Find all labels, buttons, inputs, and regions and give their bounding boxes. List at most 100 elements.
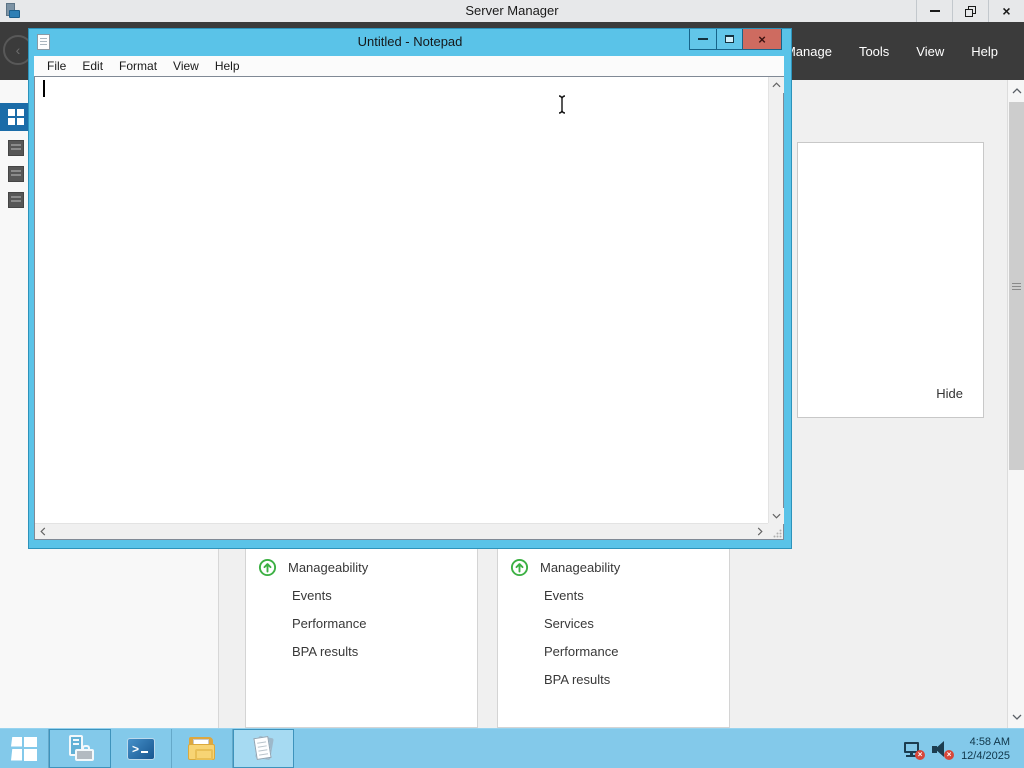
scrollbar-grip-icon	[1012, 282, 1021, 290]
sm-restore-button[interactable]	[952, 0, 988, 22]
tile2-bpa-link[interactable]: BPA results	[544, 672, 610, 687]
taskbar-clock[interactable]: 4:58 AM 12/4/2025	[961, 735, 1010, 763]
maximize-icon	[725, 35, 734, 43]
sm-close-button[interactable]: ×	[988, 0, 1024, 22]
tile1-events-row: Events	[246, 581, 477, 609]
resize-grip[interactable]	[768, 523, 783, 539]
chevron-up-icon	[772, 82, 781, 88]
volume-error-badge: ×	[944, 749, 955, 760]
chevron-left-icon	[40, 527, 46, 536]
tile2-services-row: Services	[498, 609, 729, 637]
close-icon: ×	[758, 31, 766, 47]
chevron-down-icon	[772, 513, 781, 519]
notepad-maximize-button[interactable]	[716, 29, 743, 50]
minimize-icon	[698, 38, 708, 40]
status-up-arrow-icon	[510, 558, 529, 576]
taskbar-server-manager-button[interactable]	[49, 729, 111, 768]
desktop: Server Manager × ‹ Manage Tools View Hel…	[0, 0, 1024, 768]
np-scroll-up-button[interactable]	[769, 77, 784, 93]
status-up-arrow-icon	[258, 558, 277, 576]
scrollbar-thumb[interactable]	[1009, 102, 1024, 470]
dashboard-icon	[8, 109, 24, 125]
minimize-icon	[929, 10, 940, 12]
notepad-title: Untitled - Notepad	[357, 34, 463, 49]
file-storage-services-icon[interactable]	[8, 192, 24, 208]
restore-icon	[965, 5, 976, 17]
server-manager-title: Server Manager	[465, 3, 559, 18]
tile1-manageability-link[interactable]: Manageability	[288, 560, 368, 575]
notepad-horizontal-scrollbar[interactable]	[35, 523, 768, 539]
server-manager-menubar: Manage Tools View Help	[785, 22, 998, 80]
volume-status-icon[interactable]: ×	[932, 740, 955, 760]
sm-vertical-scrollbar[interactable]	[1007, 80, 1024, 728]
taskbar-powershell-button[interactable]: >	[111, 729, 172, 768]
scroll-up-button[interactable]	[1009, 82, 1024, 100]
clock-date: 12/4/2025	[961, 749, 1010, 762]
tile2-heading-row: Manageability	[498, 553, 729, 581]
menu-view[interactable]: View	[916, 44, 944, 59]
tile1-performance-link[interactable]: Performance	[292, 616, 366, 631]
chevron-up-icon	[1012, 88, 1021, 94]
chevron-right-icon	[757, 527, 763, 536]
system-tray: × × 4:58 AM 12/4/2025	[903, 729, 1024, 768]
np-scroll-left-button[interactable]	[35, 524, 51, 539]
np-scroll-down-button[interactable]	[769, 508, 784, 524]
server-manager-icon	[65, 734, 95, 764]
hide-button[interactable]: Hide	[936, 386, 963, 401]
role-tile-2: Manageability Events Services Performanc…	[497, 540, 730, 728]
windows-logo-icon	[11, 736, 37, 761]
tile1-bpa-link[interactable]: BPA results	[292, 644, 358, 659]
tile2-bpa-row: BPA results	[498, 665, 729, 693]
notepad-window-controls: ×	[689, 29, 782, 50]
tile1-bpa-row: BPA results	[246, 637, 477, 665]
sm-minimize-button[interactable]	[916, 0, 952, 22]
server-manager-window-controls: ×	[916, 0, 1024, 22]
chevron-down-icon	[1012, 714, 1021, 720]
notepad-close-button[interactable]: ×	[742, 29, 782, 50]
notepad-menubar: File Edit Format View Help	[34, 56, 784, 76]
notepad-minimize-button[interactable]	[689, 29, 717, 50]
tile2-manageability-link[interactable]: Manageability	[540, 560, 620, 575]
resize-grip-icon	[773, 529, 782, 538]
tile2-performance-link[interactable]: Performance	[544, 644, 618, 659]
notepad-text-area[interactable]	[34, 76, 784, 540]
menu-manage[interactable]: Manage	[785, 44, 832, 59]
all-servers-icon[interactable]	[8, 166, 24, 182]
scroll-down-button[interactable]	[1009, 708, 1024, 726]
notepad-titlebar[interactable]: Untitled - Notepad ×	[29, 29, 791, 56]
network-error-badge: ×	[915, 749, 926, 760]
notepad-menu-edit[interactable]: Edit	[74, 59, 111, 73]
text-cursor-pointer	[555, 94, 569, 120]
tile2-services-link[interactable]: Services	[544, 616, 594, 631]
role-tile-1: Manageability Events Performance BPA res…	[245, 540, 478, 728]
tile1-events-link[interactable]: Events	[292, 588, 332, 603]
close-icon: ×	[1002, 3, 1011, 19]
text-caret	[43, 80, 45, 97]
notepad-menu-format[interactable]: Format	[111, 59, 165, 73]
start-button[interactable]	[0, 729, 49, 768]
notepad-body: File Edit Format View Help	[34, 56, 784, 541]
tile1-performance-row: Performance	[246, 609, 477, 637]
notepad-menu-view[interactable]: View	[165, 59, 207, 73]
menu-help[interactable]: Help	[971, 44, 998, 59]
notepad-menu-help[interactable]: Help	[207, 59, 248, 73]
powershell-icon: >	[127, 737, 155, 760]
tile2-performance-row: Performance	[498, 637, 729, 665]
notepad-window: Untitled - Notepad × File Edit Format Vi…	[28, 28, 792, 549]
network-status-icon[interactable]: ×	[903, 740, 926, 760]
notepad-vertical-scrollbar[interactable]	[768, 77, 784, 524]
powershell-prompt-glyph: >	[132, 741, 140, 756]
tile2-events-link[interactable]: Events	[544, 588, 584, 603]
tile1-heading-row: Manageability	[246, 553, 477, 581]
taskbar: > × × 4:58 AM 12/4/2025	[0, 728, 1024, 768]
notepad-menu-file[interactable]: File	[39, 59, 74, 73]
local-server-icon[interactable]	[8, 140, 24, 156]
taskbar-file-explorer-button[interactable]	[172, 729, 233, 768]
taskbar-notepad-button[interactable]	[233, 729, 294, 768]
file-explorer-icon	[188, 736, 216, 762]
menu-tools[interactable]: Tools	[859, 44, 889, 59]
welcome-tile: Hide	[797, 142, 984, 418]
clock-time: 4:58 AM	[969, 735, 1010, 748]
np-scroll-right-button[interactable]	[752, 524, 768, 539]
tile2-events-row: Events	[498, 581, 729, 609]
